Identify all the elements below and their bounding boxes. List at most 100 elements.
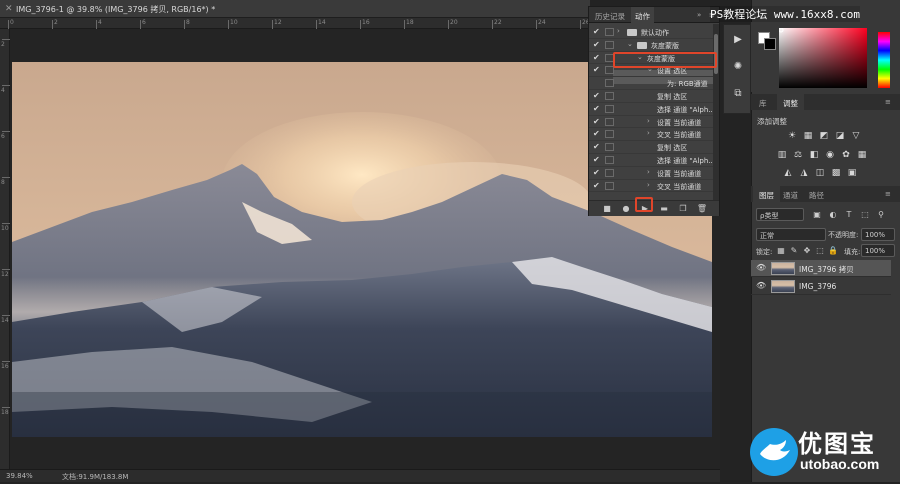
adjustment-layer-icon[interactable]: ◧ (808, 150, 820, 161)
action-row[interactable]: ✔ › 交叉 当前通道 (589, 180, 713, 193)
adjustment-layer-icon[interactable]: ▣ (846, 168, 858, 179)
action-row[interactable]: ✔ › 交叉 当前通道 (589, 128, 713, 142)
layer-filter-icon[interactable]: ▣ (812, 209, 822, 220)
dialog-toggle-box[interactable] (605, 117, 614, 126)
action-row[interactable]: ✔ › 设置 当前通道 (589, 167, 713, 180)
zoom-level[interactable]: 39.84% (6, 472, 33, 480)
background-color-swatch[interactable] (764, 38, 776, 50)
toggle-check-icon[interactable]: ✔ (593, 27, 600, 36)
lock-option-icon[interactable]: ⬚ (815, 245, 825, 256)
dialog-toggle-box[interactable] (605, 79, 614, 88)
tab-libraries[interactable]: 库 (753, 94, 773, 110)
adjustment-layer-icon[interactable]: ◩ (818, 131, 830, 142)
tab-history[interactable]: 历史记录 (591, 7, 629, 23)
collapse-icon[interactable]: » (697, 11, 701, 19)
dialog-toggle-box[interactable] (605, 66, 614, 75)
action-row[interactable]: ✔ › 默认动作 (589, 26, 713, 39)
doc-size[interactable]: 文档:91.9M/183.8M (62, 472, 128, 482)
dialog-toggle-box[interactable] (605, 130, 614, 139)
color-picker-field[interactable] (778, 27, 867, 88)
toggle-check-icon[interactable]: ✔ (593, 181, 600, 190)
layer-filter-icon[interactable]: ⚲ (876, 209, 886, 220)
tab-channels[interactable]: 通道 (777, 186, 804, 202)
action-row[interactable]: ✔ › 设置 当前通道 (589, 116, 713, 129)
dialog-toggle-box[interactable] (605, 181, 614, 190)
action-row[interactable]: 为: RGB通道 (589, 77, 713, 90)
layer-filter-icon[interactable]: ⬚ (860, 209, 870, 220)
layer-filter-icon[interactable]: T (844, 209, 854, 220)
clone-source-icon[interactable]: ⧉ (728, 85, 748, 103)
lock-option-icon[interactable]: ✎ (789, 245, 799, 256)
chevron-right-icon[interactable]: › (647, 129, 650, 137)
adjustment-layer-icon[interactable]: ▩ (830, 168, 842, 179)
adjustment-layer-icon[interactable]: ◭ (782, 168, 794, 179)
actions-play-icon[interactable]: ▶ (728, 31, 748, 49)
actions-scrollbar[interactable] (713, 24, 719, 200)
hue-slider[interactable] (878, 32, 890, 88)
chevron-down-icon[interactable]: ⌄ (627, 40, 633, 48)
adjustment-layer-icon[interactable]: ⚖ (792, 150, 804, 161)
toggle-check-icon[interactable]: ✔ (593, 168, 600, 177)
eye-icon[interactable]: 👁 (756, 281, 766, 290)
dialog-toggle-box[interactable] (605, 156, 614, 164)
adjustment-layer-icon[interactable]: ▦ (856, 150, 868, 161)
lock-option-icon[interactable]: ▦ (776, 245, 786, 256)
dialog-toggle-box[interactable] (605, 28, 614, 36)
delete-button[interactable]: 🗑 (696, 204, 708, 214)
layer-row[interactable]: 👁 IMG_3796 拷贝 (751, 260, 891, 277)
adjustment-layer-icon[interactable]: ▥ (776, 150, 788, 161)
document-tab[interactable]: ✕ IMG_3796-1 @ 39.8% (IMG_3796 拷贝, RGB/1… (0, 0, 590, 18)
adjustment-layer-icon[interactable]: ▽ (850, 131, 862, 142)
dialog-toggle-box[interactable] (605, 143, 614, 152)
dialog-toggle-box[interactable] (605, 92, 614, 100)
chevron-right-icon[interactable]: › (647, 117, 650, 125)
chevron-right-icon[interactable]: › (647, 181, 650, 189)
adjust-menu-icon[interactable]: ≡ (885, 98, 891, 106)
tab-layers[interactable]: 图层 (753, 186, 780, 202)
action-row[interactable]: ✔ ⌄ 灰度蒙版 (589, 39, 713, 52)
blend-mode-select[interactable]: 正常 (756, 228, 826, 241)
layer-filter-icon[interactable]: ◐ (828, 209, 838, 220)
toggle-check-icon[interactable]: ✔ (593, 104, 600, 113)
toggle-check-icon[interactable]: ✔ (593, 129, 600, 138)
chevron-right-icon[interactable]: › (617, 27, 620, 35)
toggle-check-icon[interactable]: ✔ (593, 142, 600, 151)
toggle-check-icon[interactable]: ✔ (593, 53, 600, 62)
toggle-check-icon[interactable]: ✔ (593, 40, 600, 49)
action-row[interactable]: ✔ 复制 选区 (589, 141, 713, 154)
opacity-input[interactable]: 100% (861, 228, 895, 241)
brush-settings-icon[interactable]: ✺ (728, 58, 748, 76)
tab-paths[interactable]: 路径 (803, 186, 830, 202)
eye-icon[interactable]: 👁 (756, 263, 766, 272)
toggle-check-icon[interactable]: ✔ (593, 117, 600, 126)
layers-menu-icon[interactable]: ≡ (885, 190, 891, 198)
tab-adjustments[interactable]: 调整 (777, 94, 804, 110)
record-button[interactable]: ● (620, 204, 632, 214)
fill-input[interactable]: 100% (861, 244, 895, 257)
lock-option-icon[interactable]: 🔒 (828, 245, 838, 256)
ruler-left[interactable]: 2 4 6 8 10 12 14 16 18 (0, 29, 10, 469)
adjustment-layer-icon[interactable]: ◫ (814, 168, 826, 179)
new-set-button[interactable]: ▬ (658, 204, 670, 214)
toggle-check-icon[interactable]: ✔ (593, 155, 600, 164)
adjustment-layer-icon[interactable]: ◪ (834, 131, 846, 142)
dialog-toggle-box[interactable] (605, 104, 614, 113)
action-row[interactable]: ✔ 复制 选区 (589, 90, 713, 103)
toggle-check-icon[interactable]: ✔ (593, 91, 600, 100)
adjustment-layer-icon[interactable]: ☀ (786, 131, 798, 142)
adjustment-layer-icon[interactable]: ▦ (802, 131, 814, 142)
action-row[interactable]: ✔ 选择 通道 "Alph... (589, 154, 713, 167)
layer-filter-select[interactable]: ρ类型 (756, 208, 804, 221)
adjustment-layer-icon[interactable]: ✿ (840, 150, 852, 161)
chevron-right-icon[interactable]: › (647, 168, 650, 176)
dialog-toggle-box[interactable] (605, 168, 614, 177)
dialog-toggle-box[interactable] (605, 40, 614, 49)
lock-option-icon[interactable]: ✥ (802, 245, 812, 256)
stop-button[interactable]: ■ (601, 204, 613, 214)
action-row[interactable]: ✔ 选择 通道 "Alph... (589, 103, 713, 116)
adjustment-layer-icon[interactable]: ◮ (798, 168, 810, 179)
layer-row[interactable]: 👁 IMG_3796 (751, 278, 891, 295)
new-action-button[interactable]: ❐ (677, 204, 689, 214)
adjustment-layer-icon[interactable]: ◉ (824, 150, 836, 161)
toggle-check-icon[interactable]: ✔ (593, 65, 600, 74)
